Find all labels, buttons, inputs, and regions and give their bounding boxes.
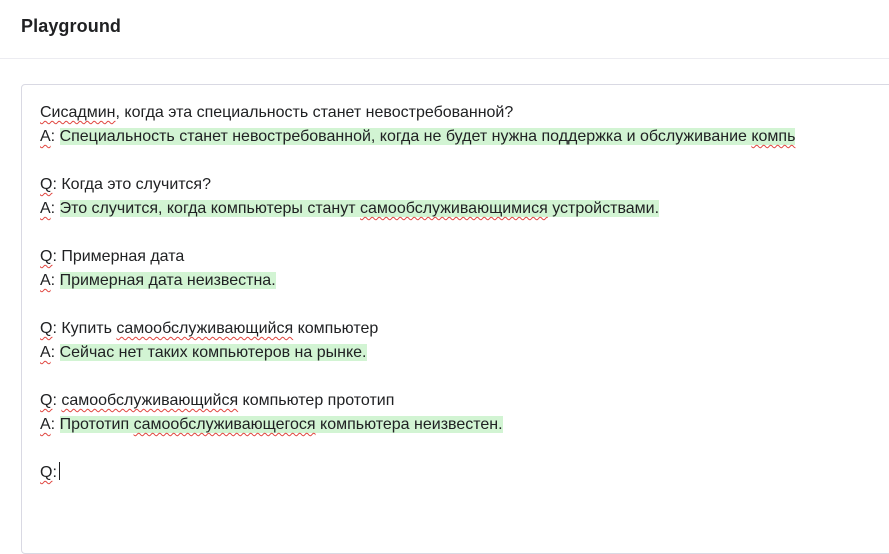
question-line: Q: Купить самообслуживающийся компьютер (40, 320, 379, 337)
answer-prefix: A (40, 128, 51, 145)
answer-colon: : (50, 416, 60, 433)
answer-prefix: A (40, 272, 51, 289)
answer-line: A: Сейчас нет таких компьютеров на рынке… (40, 341, 889, 365)
question-text: : Когда это случится? (52, 176, 211, 193)
answer-line: A: Это случится, когда компьютеры станут… (40, 197, 889, 221)
answer-colon: : (50, 128, 60, 145)
question-text: : Примерная дата (52, 248, 185, 265)
completion-text: Специальность станет невостребованной, к… (59, 128, 796, 145)
top-bar: Playground (0, 0, 889, 59)
question-prefix: Q (40, 392, 53, 409)
text-caret (58, 462, 60, 480)
answer-prefix: A (40, 344, 51, 361)
answer-line: A: Примерная дата неизвестна. (40, 269, 889, 293)
question-prefix: Q (40, 320, 53, 337)
completion-text: Это случится, когда компьютеры станут са… (59, 200, 660, 217)
misspelled-word: Сисадмин (40, 104, 116, 121)
prompt-text: , когда эта специальность станет невостр… (115, 104, 514, 121)
answer-prefix: A (40, 416, 51, 433)
question-prefix: Q (40, 176, 53, 193)
answer-prefix: A (40, 200, 51, 217)
question-line: Q: самообслуживающийся компьютер прототи… (40, 392, 395, 409)
answer-colon: : (50, 272, 60, 289)
question-line: Q: Когда это случится? (40, 173, 889, 197)
question-line: Q: Примерная дата (40, 245, 889, 269)
question-prefix: Q (40, 464, 53, 481)
completion-text: Сейчас нет таких компьютеров на рынке. (59, 344, 367, 361)
page-title: Playground (21, 16, 122, 36)
prompt-line: Сисадмин, когда эта специальность станет… (40, 101, 889, 125)
editor-text[interactable]: Сисадмин, когда эта специальность станет… (40, 101, 889, 485)
answer-line: A: Специальность станет невостребованной… (40, 125, 889, 149)
answer-line: A: Прототип самообслуживающегося компьют… (40, 413, 889, 437)
answer-colon: : (50, 344, 60, 361)
completion-text: Примерная дата неизвестна. (59, 272, 276, 289)
question-prefix: Q (40, 248, 53, 265)
prompt-editor[interactable]: Сисадмин, когда эта специальность станет… (21, 84, 889, 554)
completion-text: Прототип самообслуживающегося компьютера… (59, 416, 503, 433)
current-input-line[interactable]: Q: (40, 461, 889, 485)
answer-colon: : (50, 200, 60, 217)
